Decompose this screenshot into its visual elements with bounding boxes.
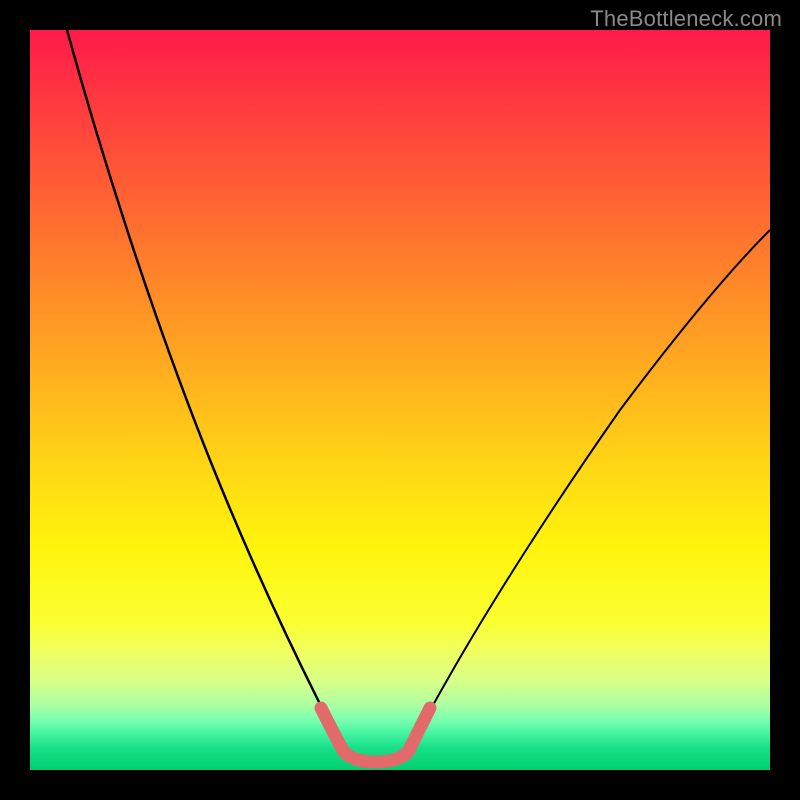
chart-svg <box>30 30 770 770</box>
valley-dots <box>315 702 436 768</box>
chart-plot-area <box>30 30 770 770</box>
right-curve <box>408 230 770 752</box>
left-curve <box>67 30 344 752</box>
watermark-text: TheBottleneck.com <box>590 6 782 32</box>
chart-frame: TheBottleneck.com <box>0 0 800 800</box>
